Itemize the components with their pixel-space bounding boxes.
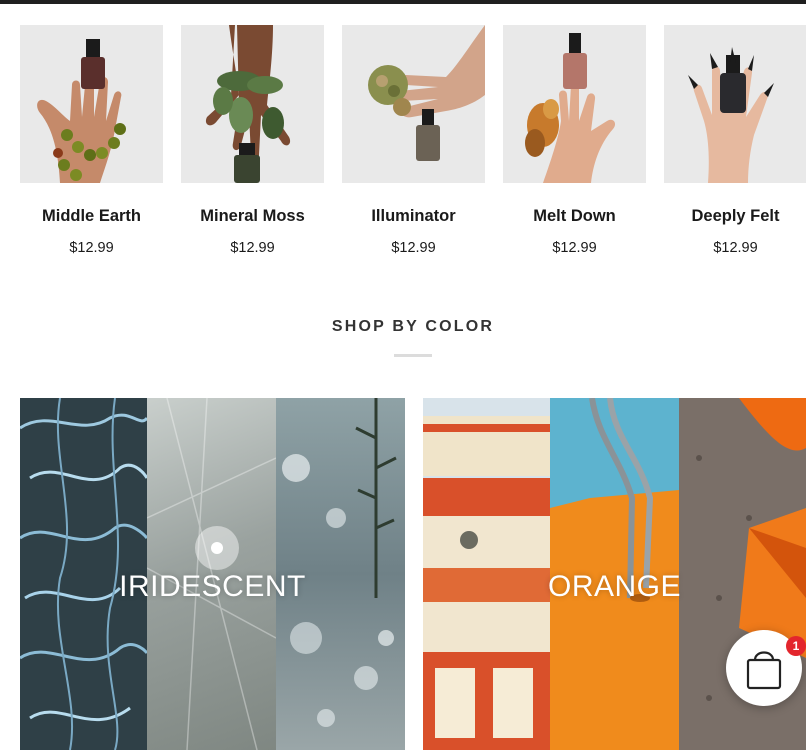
- hand-holding-nail-polish-icon: [205, 25, 291, 183]
- product-name[interactable]: Deeply Felt: [664, 207, 806, 226]
- product-card[interactable]: Deeply Felt $12.99: [664, 25, 806, 256]
- hand-holding-nail-polish-icon: [688, 47, 774, 183]
- cart-count-badge: 1: [786, 636, 806, 656]
- product-name[interactable]: Mineral Moss: [181, 207, 324, 226]
- top-bar: [0, 0, 806, 4]
- section-divider: [394, 354, 432, 357]
- hand-holding-nail-polish-icon: [368, 25, 485, 161]
- product-image[interactable]: [181, 25, 324, 183]
- product-name[interactable]: Middle Earth: [20, 207, 163, 226]
- hand-holding-nail-polish-icon: [525, 33, 616, 183]
- color-tile-label[interactable]: IRIDESCENT: [20, 570, 405, 604]
- product-price: $12.99: [713, 240, 758, 256]
- color-tile-label[interactable]: ORANGE: [423, 570, 806, 604]
- product-price: $12.99: [69, 240, 114, 256]
- product-image[interactable]: [20, 25, 163, 183]
- product-image[interactable]: [664, 25, 806, 183]
- product-price: $12.99: [552, 240, 597, 256]
- product-card[interactable]: Mineral Moss $12.99: [181, 25, 324, 256]
- hand-holding-nail-polish-icon: [37, 39, 126, 183]
- product-price: $12.99: [230, 240, 275, 256]
- product-card[interactable]: Middle Earth $12.99: [20, 25, 163, 256]
- product-grid: Middle Earth $12.99 Mineral Moss $12.99: [20, 25, 806, 265]
- product-image[interactable]: [342, 25, 485, 183]
- product-card[interactable]: Illuminator $12.99: [342, 25, 485, 256]
- section-title: SHOP BY COLOR: [331, 318, 495, 335]
- product-image[interactable]: [503, 25, 646, 183]
- product-name[interactable]: Illuminator: [342, 207, 485, 226]
- product-name[interactable]: Melt Down: [503, 207, 646, 226]
- product-price: $12.99: [391, 240, 436, 256]
- color-tile-iridescent[interactable]: IRIDESCENT: [20, 398, 405, 750]
- product-card[interactable]: Melt Down $12.99: [503, 25, 646, 256]
